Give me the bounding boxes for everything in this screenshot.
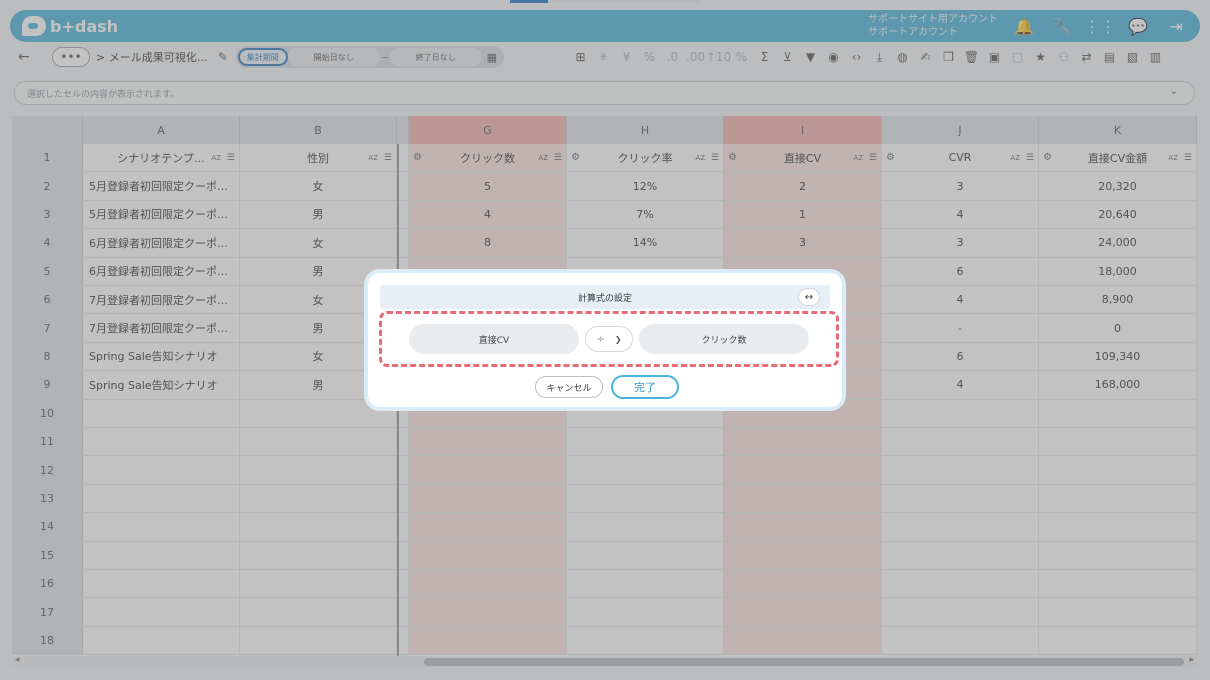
right-operand-select[interactable]: クリック数 — [639, 324, 809, 354]
cancel-button[interactable]: キャンセル — [535, 376, 603, 398]
done-button[interactable]: 完了 — [611, 375, 679, 399]
left-operand-select[interactable]: 直接CV — [409, 324, 579, 354]
chevron-down-icon: ❯ — [614, 334, 622, 344]
operator-value: ÷ — [596, 333, 605, 345]
formula-editor: 直接CV ÷ ❯ クリック数 — [379, 311, 839, 367]
dialog-title-bar: 計算式の設定 ↔ — [380, 285, 830, 309]
formula-settings-dialog: 計算式の設定 ↔ 直接CV ÷ ❯ クリック数 キャンセル 完了 — [364, 269, 846, 411]
operator-select[interactable]: ÷ ❯ — [585, 326, 633, 352]
expand-icon[interactable]: ↔ — [798, 288, 820, 306]
dialog-title: 計算式の設定 — [577, 293, 632, 304]
